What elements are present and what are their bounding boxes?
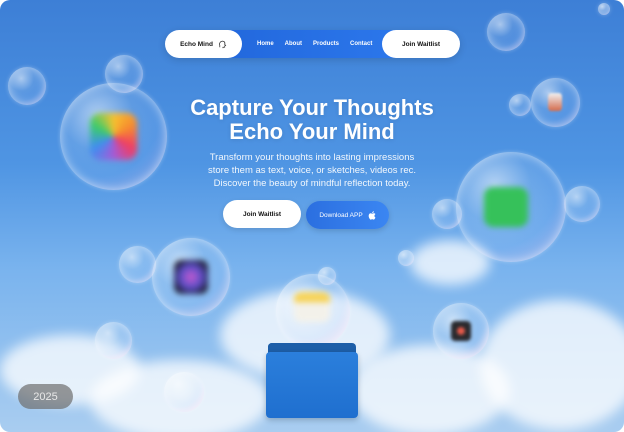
head-outline-icon — [219, 40, 227, 48]
landing-page: Echo Mind Home About Products Contact Jo… — [0, 0, 624, 432]
recorder-bubble — [433, 303, 489, 359]
join-waitlist-button[interactable]: Join Waitlist — [223, 200, 301, 228]
brand-name: Echo Mind — [180, 40, 213, 48]
cloud — [480, 300, 624, 430]
notes-app-icon — [294, 292, 330, 322]
bubble — [164, 372, 204, 412]
bubble — [487, 13, 525, 51]
screen-recorder-app-icon — [451, 321, 471, 341]
bubble — [95, 322, 132, 359]
nav-home[interactable]: Home — [257, 41, 274, 47]
nav-links: Home About Products Contact — [257, 30, 372, 58]
folder-front — [266, 352, 358, 418]
download-app-button[interactable]: Download APP — [306, 201, 389, 229]
nav-products[interactable]: Products — [313, 41, 339, 47]
siri-app-icon — [174, 260, 208, 294]
brand-logo[interactable]: Echo Mind — [165, 30, 242, 58]
notes-bubble — [276, 274, 350, 348]
siri-bubble — [152, 238, 230, 316]
bubble — [598, 3, 610, 15]
top-navbar: Echo Mind Home About Products Contact Jo… — [165, 30, 460, 58]
apple-icon — [368, 210, 376, 220]
nav-join-waitlist-button[interactable]: Join Waitlist — [382, 30, 460, 58]
download-app-label: Download APP — [319, 211, 363, 219]
hero-title-line1: Capture Your Thoughts — [190, 95, 434, 120]
facetime-app-icon — [484, 187, 528, 227]
hero-title-line2: Echo Your Mind — [229, 119, 395, 144]
nav-about[interactable]: About — [285, 41, 302, 47]
hero-subtitle-line2: store them as text, voice, or sketches, … — [207, 165, 417, 176]
bubble — [119, 246, 156, 283]
bubble — [564, 186, 600, 222]
bubble — [398, 250, 414, 266]
year-badge: 2025 — [18, 384, 73, 409]
hero-subtitle-line3: Discover the beauty of mindful reflectio… — [213, 178, 411, 189]
hero-subtitle-line1: Transform your thoughts into lasting imp… — [209, 152, 415, 163]
nav-contact[interactable]: Contact — [350, 41, 372, 47]
